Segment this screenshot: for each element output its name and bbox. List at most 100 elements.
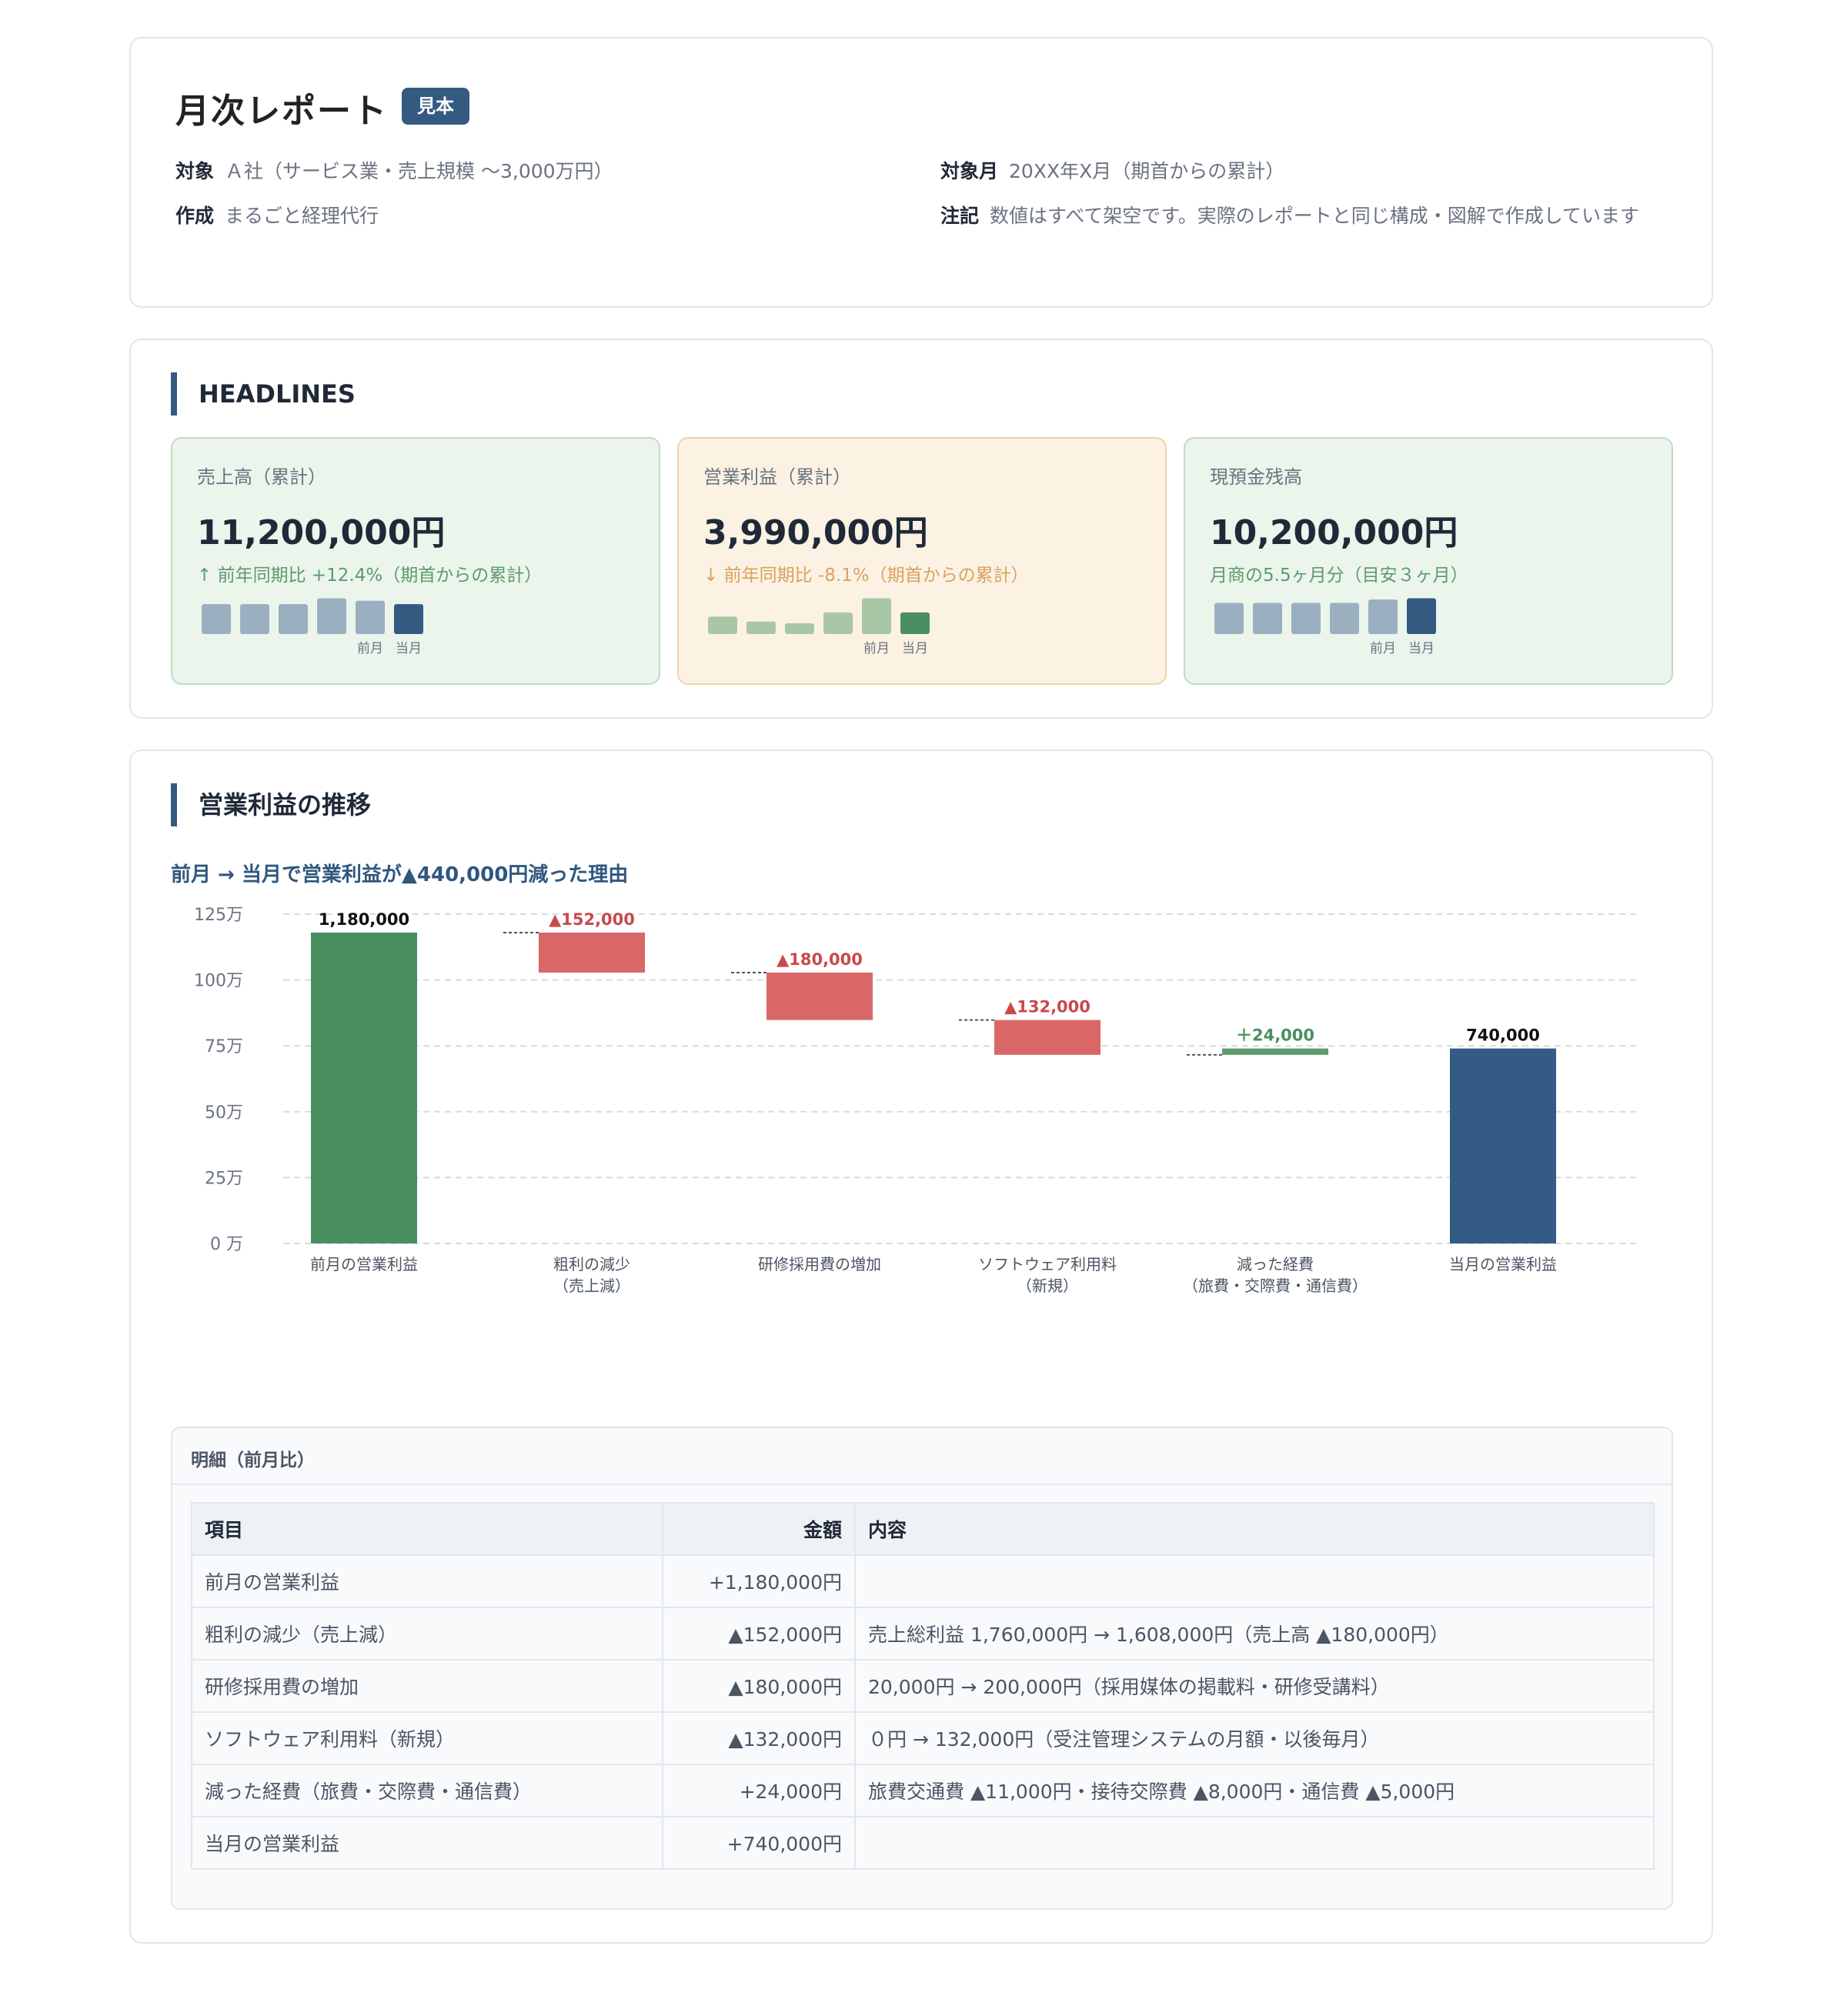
x-category-label: 当月の営業利益 (1449, 1255, 1557, 1273)
headlines-card: HEADLINES 売上高（累計） 11,200,000円 ↑ 前年同期比 +1… (129, 339, 1713, 719)
x-category-label: 粗利の減少 (553, 1255, 630, 1273)
spark-label-prev: 前月 (863, 641, 890, 656)
sample-badge: 見本 (402, 88, 469, 125)
meta-month: 対象月 20XX年X月（期首からの累計） (940, 154, 1284, 189)
table-cell-content (854, 1816, 1655, 1870)
spark-bar (1214, 602, 1244, 634)
bar-value-label: ▲132,000 (1004, 998, 1090, 1016)
spark-label-prev: 前月 (357, 641, 383, 656)
spark-bar (1291, 602, 1321, 634)
table-cell-item: 研修採用費の増加 (191, 1659, 663, 1713)
table-cell-content: 売上総利益 1,760,000円 → 1,608,000円（売上高 ▲180,0… (854, 1607, 1655, 1661)
spark-bar (1253, 602, 1282, 634)
y-tick-label: 0 万 (210, 1235, 243, 1254)
chart-section-title: 営業利益の推移 (171, 783, 371, 826)
spark-bar (356, 600, 385, 634)
spark-bar (317, 598, 346, 634)
spark-bar (202, 604, 231, 634)
spark-bar-current (900, 612, 930, 634)
spark-bar-current (394, 604, 423, 634)
table-row: 減った経費（旅費・交際費・通信費） +24,000円 旅費交通費 ▲11,000… (191, 1764, 1655, 1817)
table-cell-content (854, 1554, 1655, 1608)
table-cell-amount: ▲132,000円 (662, 1711, 856, 1765)
table-cell-item: 減った経費（旅費・交際費・通信費） (191, 1764, 663, 1817)
x-category-label: ソフトウェア利用料 (978, 1255, 1117, 1273)
spark-bar (708, 616, 737, 634)
bar-end-total (1450, 1048, 1556, 1243)
meta-value: 数値はすべて架空です。実際のレポートと同じ構成・図解で作成しています (990, 205, 1640, 227)
kpi-trend-text: 前年同期比 +12.4%（期首からの累計） (217, 566, 543, 586)
column-header-amount: 金額 (662, 1502, 856, 1556)
bar-decrease (767, 973, 873, 1020)
detail-divider (172, 1484, 1672, 1485)
table-cell-item: ソフトウェア利用料（新規） (191, 1711, 663, 1765)
bar-value-label: 1,180,000 (319, 910, 409, 929)
spark-bar (785, 622, 814, 634)
spark-label-prev: 前月 (1370, 641, 1396, 656)
meta-value: 20XX年X月（期首からの累計） (1009, 160, 1285, 182)
kpi-card-operating-profit: 営業利益（累計） 3,990,000円 ↓ 前年同期比 -8.1%（期首からの累… (677, 437, 1167, 685)
bar-start-total (311, 932, 417, 1243)
table-cell-amount: +740,000円 (662, 1816, 856, 1870)
spark-bar-current (1407, 598, 1436, 634)
table-row: ソフトウェア利用料（新規） ▲132,000円 ０円 → 132,000円（受注… (191, 1711, 1655, 1765)
table-header-row: 項目 金額 内容 (191, 1502, 1655, 1556)
arrow-down-icon: ↓ (703, 566, 719, 586)
bar-decrease (994, 1020, 1101, 1055)
kpi-trend: ↑ 前年同期比 +12.4%（期首からの累計） (197, 560, 542, 586)
kpi-label: 現預金残高 (1210, 466, 1302, 488)
table-cell-item: 当月の営業利益 (191, 1816, 663, 1870)
y-tick-label: 125万 (194, 906, 243, 925)
kpi-trend-text: 前年同期比 -8.1%（期首からの累計） (723, 566, 1029, 586)
bar-decrease (539, 932, 645, 973)
report-page: 月次レポート 見本 対象 Ａ社（サービス業・売上規模 〜3,000万円） 作成 まる… (0, 0, 1847, 2016)
bar-value-label: ▲152,000 (549, 910, 635, 929)
spark-bar (823, 612, 853, 634)
kpi-card-cash: 現預金残高 10,200,000円 月商の5.5ヶ月分（目安３ヶ月） 前月 当月 (1184, 437, 1673, 685)
bar-value-label: ＋24,000 (1236, 1026, 1314, 1045)
column-header-item: 項目 (191, 1502, 663, 1556)
detail-panel: 明細（前月比） 項目 金額 内容 前月の営業利益 +1,180,000円 粗利の… (171, 1427, 1673, 1910)
spark-bar (1368, 599, 1398, 634)
table-cell-item: 粗利の減少（売上減） (191, 1607, 663, 1661)
x-category-label: （旅費・交際費・通信費） (1183, 1277, 1368, 1295)
meta-value: Ａ社（サービス業・売上規模 〜3,000万円） (225, 160, 613, 182)
kpi-trend-text: 月商の5.5ヶ月分（目安３ヶ月） (1210, 566, 1468, 586)
bar-value-label: ▲180,000 (777, 950, 863, 969)
spark-bar (1330, 602, 1359, 634)
kpi-value: 10,200,000円 (1210, 513, 1458, 552)
table-cell-amount: +1,180,000円 (662, 1554, 856, 1608)
table-row: 前月の営業利益 +1,180,000円 (191, 1554, 1655, 1608)
table-cell-item: 前月の営業利益 (191, 1554, 663, 1608)
meta-note: 注記 数値はすべて架空です。実際のレポートと同じ構成・図解で作成しています (940, 199, 1672, 234)
waterfall-chart: 0 万 25万 50万 75万 100万 125万 1,180,000 前月の営業利益 ▲152… (194, 906, 1639, 1295)
column-header-content: 内容 (854, 1502, 1655, 1556)
meta-author: 作成 まるごと経理代行 (175, 199, 379, 234)
chart-subtitle: 前月 → 当月で営業利益が▲440,000円減った理由 (171, 863, 629, 886)
kpi-value: 11,200,000円 (197, 513, 446, 552)
meta-label: 対象月 (940, 160, 999, 182)
kpi-trend: ↓ 前年同期比 -8.1%（期首からの累計） (703, 560, 1029, 586)
spark-bar (240, 604, 269, 634)
cash-sparkline: 前月 当月 (1214, 598, 1436, 656)
table-cell-content: ０円 → 132,000円（受注管理システムの月額・以後毎月） (854, 1711, 1655, 1765)
table-row: 粗利の減少（売上減） ▲152,000円 売上総利益 1,760,000円 → … (191, 1607, 1655, 1661)
spark-bar (279, 604, 308, 634)
kpi-label: 売上高（累計） (197, 466, 326, 488)
profit-sparkline: 前月 当月 (708, 598, 930, 656)
spark-bar (862, 598, 891, 634)
detail-title: 明細（前月比） (191, 1450, 315, 1470)
meta-label: 対象 (175, 160, 215, 182)
arrow-up-icon: ↑ (197, 566, 212, 586)
report-header-card: 月次レポート 見本 対象 Ａ社（サービス業・売上規模 〜3,000万円） 作成 まる… (129, 37, 1713, 308)
y-tick-label: 75万 (205, 1037, 243, 1056)
spark-label-current: 当月 (396, 641, 422, 656)
spark-label-current: 当月 (902, 641, 928, 656)
headlines-title: HEADLINES (171, 372, 356, 416)
y-tick-label: 25万 (205, 1169, 243, 1188)
kpi-label: 営業利益（累計） (703, 466, 851, 488)
bar-value-label: 740,000 (1466, 1026, 1540, 1045)
meta-target: 対象 Ａ社（サービス業・売上規模 〜3,000万円） (175, 154, 613, 189)
table-row: 研修採用費の増加 ▲180,000円 20,000円 → 200,000円（採用… (191, 1659, 1655, 1713)
detail-table: 項目 金額 内容 前月の営業利益 +1,180,000円 粗利の減少（売上減） … (191, 1502, 1655, 1870)
